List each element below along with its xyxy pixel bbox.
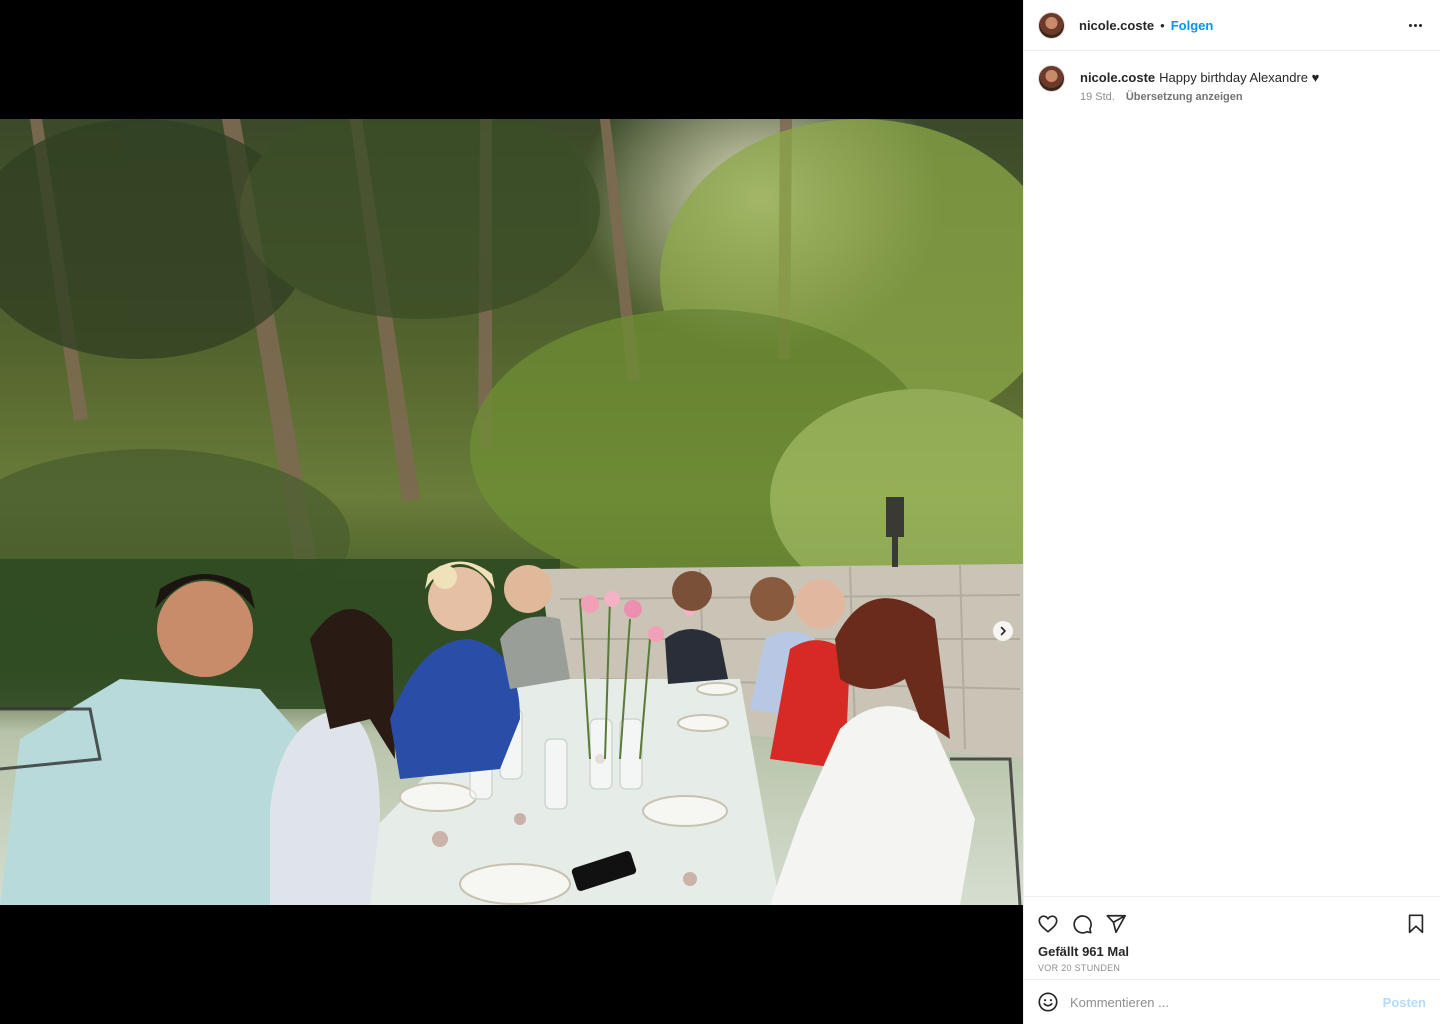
caption-time[interactable]: 19 Std.: [1080, 91, 1115, 103]
post-comment-button[interactable]: Posten: [1383, 995, 1426, 1010]
follow-button[interactable]: Folgen: [1171, 18, 1214, 33]
caption-meta: 19 Std. Übersetzung anzeigen: [1080, 91, 1319, 103]
comment-icon[interactable]: [1070, 912, 1094, 936]
emoji-icon[interactable]: [1036, 990, 1060, 1014]
caption-line: nicole.coste Happy birthday Alexandre ♥: [1080, 65, 1319, 87]
chevron-right-icon: [1000, 626, 1006, 636]
caption-avatar[interactable]: [1038, 65, 1065, 92]
send-icon[interactable]: [1104, 912, 1128, 936]
post-media: [0, 0, 1023, 1024]
caption-username[interactable]: nicole.coste: [1080, 70, 1155, 85]
caption-text: Happy birthday Alexandre ♥: [1159, 70, 1320, 85]
photo-scene: [0, 119, 1023, 905]
caption: nicole.coste Happy birthday Alexandre ♥ 1…: [1024, 51, 1440, 103]
post-side-panel: nicole.coste • Folgen nicole.coste Happy …: [1023, 0, 1440, 1024]
caption-body: nicole.coste Happy birthday Alexandre ♥ 1…: [1080, 65, 1319, 103]
next-photo-button[interactable]: [993, 621, 1013, 641]
more-horizontal-icon[interactable]: [1405, 20, 1426, 31]
post-photo[interactable]: [0, 119, 1023, 905]
post-timestamp[interactable]: VOR 20 STUNDEN: [1024, 959, 1440, 973]
post-header: nicole.coste • Folgen: [1024, 0, 1440, 51]
header-username[interactable]: nicole.coste: [1079, 18, 1154, 33]
bookmark-icon[interactable]: [1404, 912, 1428, 936]
action-bar: [1024, 897, 1440, 941]
heart-icon[interactable]: [1036, 912, 1060, 936]
likes-count[interactable]: Gefällt 961 Mal: [1024, 941, 1440, 959]
comment-input[interactable]: [1070, 994, 1383, 1010]
translate-button[interactable]: Übersetzung anzeigen: [1126, 91, 1243, 103]
comment-bar: Posten: [1024, 979, 1440, 1024]
post-actions-section: Gefällt 961 Mal VOR 20 STUNDEN: [1024, 896, 1440, 973]
dot-separator: •: [1160, 17, 1165, 33]
avatar[interactable]: [1038, 11, 1065, 39]
